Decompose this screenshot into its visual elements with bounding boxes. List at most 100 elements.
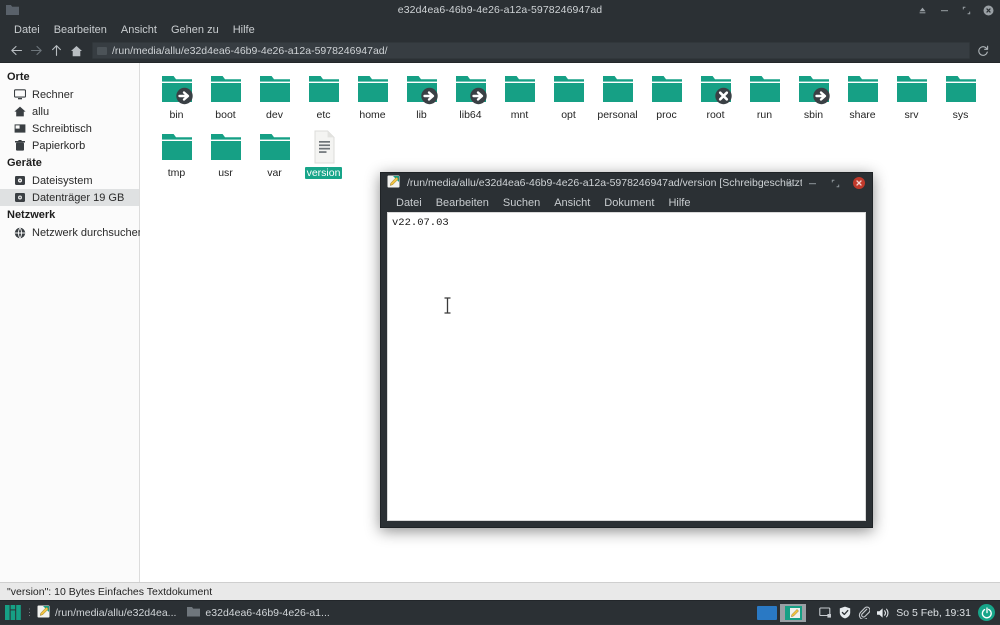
folder-item[interactable]: sbin [789, 69, 838, 121]
file-label: mnt [509, 109, 531, 121]
folder-icon [745, 72, 785, 106]
sidebar-item-rechner[interactable]: Rechner [0, 86, 139, 103]
shade-button[interactable] [917, 5, 928, 16]
folder-item[interactable]: dev [250, 69, 299, 121]
editor-menu-bearbeiten[interactable]: Bearbeiten [429, 196, 496, 210]
sidebar-label: Rechner [32, 89, 74, 101]
task-button-editor[interactable]: /run/media/allu/e32d4ea... [33, 602, 183, 624]
file-manager-title: e32d4ea6-46b9-4e26-a12a-5978246947ad [398, 4, 602, 16]
folder-icon [255, 130, 295, 164]
maximize-button[interactable] [830, 178, 841, 189]
file-label: version [305, 167, 343, 179]
sidebar-item-allu[interactable]: allu [0, 103, 139, 120]
sidebar-item-papierkorb[interactable]: Papierkorb [0, 137, 139, 154]
location-bar[interactable]: /run/media/allu/e32d4ea6-46b9-4e26-a12a-… [92, 42, 970, 59]
folder-item[interactable]: var [250, 127, 299, 179]
sidebar-item-schreibtisch[interactable]: Schreibtisch [0, 120, 139, 137]
status-bar: "version": 10 Bytes Einfaches Textdokume… [0, 582, 1000, 600]
menu-datei[interactable]: Datei [7, 23, 47, 37]
clock[interactable]: So 5 Feb, 19:31 [892, 607, 978, 619]
taskbar-handle[interactable]: ⋮ [26, 601, 33, 625]
desktop-icon [14, 123, 26, 135]
file-label: personal [595, 109, 639, 121]
folder-item[interactable]: sys [936, 69, 985, 121]
sidebar-item-netzwerk-durchsuchen[interactable]: Netzwerk durchsuchen [0, 224, 139, 241]
editor-menu-dokument[interactable]: Dokument [597, 196, 661, 210]
close-button[interactable] [853, 177, 865, 189]
sidebar-item-datentraeger[interactable]: Datenträger 19 GB [0, 189, 139, 206]
file-label: dev [264, 109, 285, 121]
file-label: tmp [166, 167, 188, 179]
shield-icon[interactable] [835, 601, 854, 625]
forward-button[interactable] [26, 41, 46, 61]
pager-workspace-1[interactable] [757, 606, 777, 620]
folder-icon [941, 72, 981, 106]
editor-window-controls [784, 173, 865, 193]
taskbar: ⋮ /run/media/allu/e32d4ea... e32d4ea6-46… [0, 600, 1000, 624]
close-button[interactable] [983, 5, 994, 16]
folder-item[interactable]: share [838, 69, 887, 121]
sidebar-item-dateisystem[interactable]: Dateisystem [0, 172, 139, 189]
folder-icon [500, 72, 540, 106]
logout-icon[interactable] [978, 604, 995, 621]
folder-icon [6, 4, 19, 15]
clipboard-icon[interactable] [854, 601, 873, 625]
file-label: boot [213, 109, 237, 121]
folder-item[interactable]: lib64 [446, 69, 495, 121]
file-label: var [265, 167, 284, 179]
back-button[interactable] [6, 41, 26, 61]
folder-item[interactable]: mnt [495, 69, 544, 121]
menu-gehen-zu[interactable]: Gehen zu [164, 23, 226, 37]
minimize-button[interactable] [807, 178, 818, 189]
minimize-button[interactable] [939, 5, 950, 16]
folder-item[interactable]: home [348, 69, 397, 121]
shade-button[interactable] [784, 178, 795, 189]
text-editor-icon [37, 605, 50, 621]
menu-ansicht[interactable]: Ansicht [114, 23, 164, 37]
editor-menu-datei[interactable]: Datei [389, 196, 429, 210]
folder-item[interactable]: run [740, 69, 789, 121]
manjaro-menu-icon[interactable] [0, 601, 26, 625]
folder-item[interactable]: lib [397, 69, 446, 121]
editor-text-area[interactable]: v22.07.03 [387, 212, 866, 521]
sidebar-label: Papierkorb [32, 140, 85, 152]
text-cursor [443, 297, 452, 314]
folder-icon [892, 72, 932, 106]
folder-icon [353, 72, 393, 106]
home-button[interactable] [66, 41, 86, 61]
up-button[interactable] [46, 41, 66, 61]
folder-item[interactable]: tmp [152, 127, 201, 179]
maximize-button[interactable] [961, 5, 972, 16]
file-label: lib64 [457, 109, 483, 121]
network-icon [14, 227, 26, 239]
system-tray: So 5 Feb, 19:31 [757, 601, 1000, 625]
folder-item[interactable]: etc [299, 69, 348, 121]
folder-item[interactable]: opt [544, 69, 593, 121]
home-icon [14, 106, 26, 118]
volume-icon[interactable] [873, 601, 892, 625]
editor-menu-ansicht[interactable]: Ansicht [547, 196, 597, 210]
folder-item[interactable]: boot [201, 69, 250, 121]
reload-button[interactable] [972, 41, 994, 61]
menu-hilfe[interactable]: Hilfe [226, 23, 262, 37]
pager-workspace-2[interactable] [780, 604, 806, 622]
editor-menu-suchen[interactable]: Suchen [496, 196, 547, 210]
folder-icon [206, 130, 246, 164]
file-label: run [755, 109, 774, 121]
folder-item[interactable]: srv [887, 69, 936, 121]
folder-item[interactable]: root [691, 69, 740, 121]
folder-item[interactable]: personal [593, 69, 642, 121]
file-item[interactable]: version [299, 127, 348, 179]
editor-menu-hilfe[interactable]: Hilfe [661, 196, 697, 210]
menu-bearbeiten[interactable]: Bearbeiten [47, 23, 114, 37]
folder-icon [794, 72, 834, 106]
task-label: /run/media/allu/e32d4ea... [55, 607, 176, 619]
task-button-filemanager[interactable]: e32d4ea6-46b9-4e26-a1... [183, 602, 336, 624]
sidebar-label: allu [32, 106, 49, 118]
folder-item[interactable]: proc [642, 69, 691, 121]
folder-item[interactable]: bin [152, 69, 201, 121]
folder-item[interactable]: usr [201, 127, 250, 179]
file-label: lib [414, 109, 429, 121]
task-label: e32d4ea6-46b9-4e26-a1... [205, 607, 329, 619]
display-icon[interactable] [816, 601, 835, 625]
